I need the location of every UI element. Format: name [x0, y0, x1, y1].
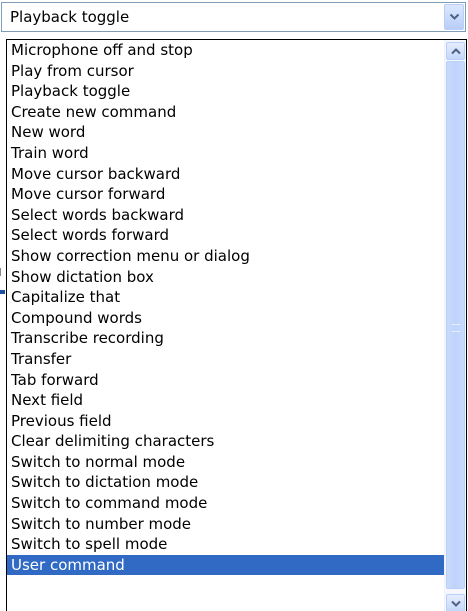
scroll-down-arrow-icon	[450, 600, 461, 607]
dropdown-item[interactable]: Microphone off and stop	[7, 40, 444, 61]
command-dropdown-list[interactable]: Microphone off and stop Play from cursor P…	[6, 39, 467, 611]
dropdown-item[interactable]: Create new command	[7, 102, 444, 123]
dropdown-item[interactable]: Switch to spell mode	[7, 534, 444, 555]
dropdown-item[interactable]: Tab forward	[7, 370, 444, 391]
command-combobox[interactable]: Playback toggle	[1, 2, 466, 32]
dropdown-item[interactable]: Switch to dictation mode	[7, 472, 444, 493]
dropdown-item[interactable]: Show correction menu or dialog	[7, 246, 444, 267]
dropdown-item[interactable]: Transfer	[7, 349, 444, 370]
vertical-scrollbar[interactable]	[444, 40, 466, 611]
scrollbar-thumb[interactable]	[446, 61, 465, 589]
dropdown-item[interactable]: Next field	[7, 390, 444, 411]
scroll-up-arrow-icon	[450, 47, 461, 55]
scroll-up-button[interactable]	[446, 42, 465, 60]
scroll-down-button[interactable]	[446, 594, 465, 611]
dropdown-item[interactable]: Move cursor forward	[7, 184, 444, 205]
dropdown-item[interactable]: Move cursor backward	[7, 164, 444, 185]
dropdown-item[interactable]: Play from cursor	[7, 61, 444, 82]
combobox-dropdown-button[interactable]	[444, 4, 464, 30]
dropdown-item[interactable]: Select words forward	[7, 225, 444, 246]
dropdown-item[interactable]: Previous field	[7, 411, 444, 432]
chevron-down-icon	[449, 13, 460, 21]
dropdown-item[interactable]: Switch to number mode	[7, 514, 444, 535]
dropdown-item[interactable]: Train word	[7, 143, 444, 164]
dropdown-items: Microphone off and stop Play from cursor P…	[7, 40, 444, 576]
dropdown-item[interactable]: Compound words	[7, 308, 444, 329]
dropdown-item[interactable]: Capitalize that	[7, 287, 444, 308]
dropdown-item[interactable]: Show dictation box	[7, 267, 444, 288]
dropdown-item[interactable]: Switch to normal mode	[7, 452, 444, 473]
dropdown-item[interactable]: User command	[7, 554, 444, 576]
background-window-mark	[0, 290, 5, 294]
dropdown-item[interactable]: Playback toggle	[7, 81, 444, 102]
screen: Playback toggle Microphone off and stop P…	[0, 0, 468, 611]
dropdown-item[interactable]: Select words backward	[7, 205, 444, 226]
dropdown-item[interactable]: Clear delimiting characters	[7, 431, 444, 452]
dropdown-item[interactable]: Transcribe recording	[7, 328, 444, 349]
scrollbar-grip-icon	[452, 324, 460, 332]
combobox-selected-value: Playback toggle	[10, 8, 130, 26]
dropdown-item[interactable]: Switch to command mode	[7, 493, 444, 514]
dropdown-item[interactable]: New word	[7, 122, 444, 143]
